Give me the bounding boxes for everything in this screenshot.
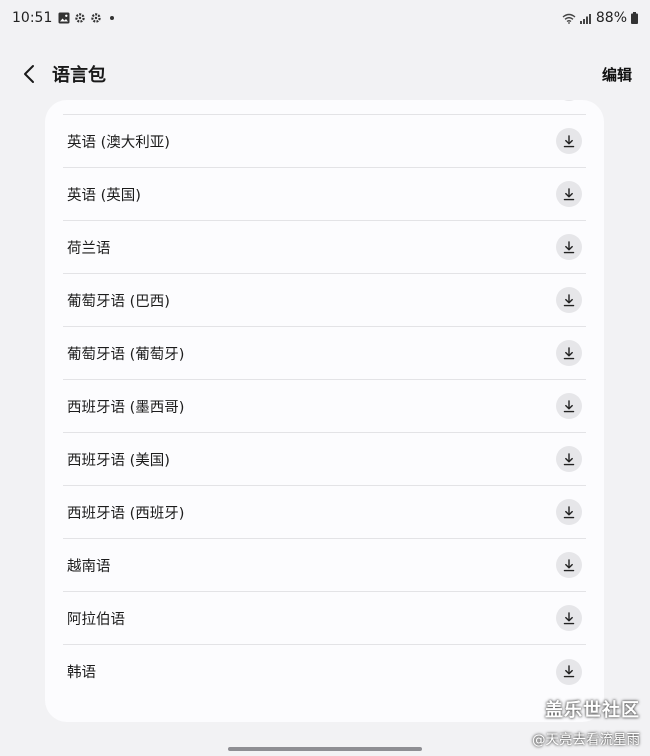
list-item[interactable]: 英语 (英国) xyxy=(63,168,586,221)
download-icon xyxy=(563,665,575,678)
language-pack-list[interactable]: 英语 (印度) 英语 (澳大利亚) 英语 (英国) 荷兰语葡萄牙语 (巴西) 葡萄牙语 … xyxy=(45,100,604,722)
chevron-left-icon xyxy=(24,65,34,83)
page-title: 语言包 xyxy=(52,65,106,86)
language-pack-label: 阿拉伯语 xyxy=(67,611,125,628)
download-icon xyxy=(563,134,575,147)
list-item[interactable]: 西班牙语 (美国) xyxy=(63,433,586,486)
gallery-icon xyxy=(58,12,70,24)
wifi-icon xyxy=(562,13,576,24)
list-item[interactable]: 阿拉伯语 xyxy=(63,592,586,645)
language-pack-label: 西班牙语 (美国) xyxy=(67,452,170,469)
language-pack-label: 西班牙语 (墨西哥) xyxy=(67,399,185,416)
download-icon xyxy=(563,505,575,518)
settings-gear-icon xyxy=(90,12,102,24)
watermark-title: 盖乐世社区 xyxy=(545,700,640,721)
language-pack-list-inner: 英语 (印度) 英语 (澳大利亚) 英语 (英国) 荷兰语葡萄牙语 (巴西) 葡萄牙语 … xyxy=(45,100,604,698)
home-indicator[interactable] xyxy=(228,747,422,751)
watermark-author: @天亮去看流星雨 xyxy=(532,732,640,748)
signal-icon xyxy=(579,13,592,24)
download-button[interactable] xyxy=(556,658,582,685)
list-item[interactable]: 英语 (印度) xyxy=(63,100,586,115)
notification-dot-icon xyxy=(110,16,115,20)
download-button[interactable] xyxy=(556,234,582,260)
download-icon xyxy=(563,187,575,200)
status-bar: 10:51 88% xyxy=(0,0,650,36)
download-button[interactable] xyxy=(556,100,582,101)
settings-gear-icon xyxy=(74,12,86,24)
list-item[interactable]: 葡萄牙语 (葡萄牙) xyxy=(63,327,586,380)
back-button[interactable] xyxy=(14,59,44,89)
watermark: 盖乐世社区 @天亮去看流星雨 xyxy=(532,696,640,748)
download-icon xyxy=(563,611,575,624)
download-icon xyxy=(563,452,575,465)
status-left: 10:51 xyxy=(12,10,115,26)
language-pack-label: 韩语 xyxy=(67,665,96,681)
app-header: 语言包 编辑 xyxy=(0,52,650,96)
list-item[interactable]: 西班牙语 (西班牙) xyxy=(63,486,586,539)
download-button[interactable] xyxy=(556,446,582,472)
edit-button[interactable]: 编辑 xyxy=(602,64,632,85)
download-button[interactable] xyxy=(556,393,582,419)
list-item[interactable]: 荷兰语 xyxy=(63,221,586,274)
list-item[interactable]: 葡萄牙语 (巴西) xyxy=(63,274,586,327)
list-item[interactable]: 西班牙语 (墨西哥) xyxy=(63,380,586,433)
download-button[interactable] xyxy=(556,605,582,631)
status-right: 88% xyxy=(562,10,638,26)
language-pack-label: 西班牙语 (西班牙) xyxy=(67,505,185,522)
download-button[interactable] xyxy=(556,552,582,578)
language-pack-label: 英语 (澳大利亚) xyxy=(67,134,170,151)
language-pack-label: 葡萄牙语 (葡萄牙) xyxy=(67,346,185,363)
status-time: 10:51 xyxy=(12,10,53,26)
download-icon xyxy=(563,558,575,571)
download-icon xyxy=(563,399,575,412)
battery-icon xyxy=(631,12,638,24)
download-button[interactable] xyxy=(556,340,582,366)
list-item[interactable]: 韩语 xyxy=(63,645,586,698)
download-icon xyxy=(563,346,575,359)
download-button[interactable] xyxy=(556,128,582,154)
language-pack-label: 英语 (英国) xyxy=(67,187,141,204)
download-icon xyxy=(563,240,575,253)
download-button[interactable] xyxy=(556,287,582,313)
list-item[interactable]: 英语 (澳大利亚) xyxy=(63,115,586,168)
language-pack-label: 荷兰语 xyxy=(67,240,111,257)
download-icon xyxy=(563,293,575,306)
list-item[interactable]: 越南语 xyxy=(63,539,586,592)
language-pack-label: 越南语 xyxy=(67,558,111,575)
download-button[interactable] xyxy=(556,181,582,207)
battery-percentage: 88% xyxy=(595,10,627,26)
download-button[interactable] xyxy=(556,499,582,525)
language-pack-label: 葡萄牙语 (巴西) xyxy=(67,293,170,310)
